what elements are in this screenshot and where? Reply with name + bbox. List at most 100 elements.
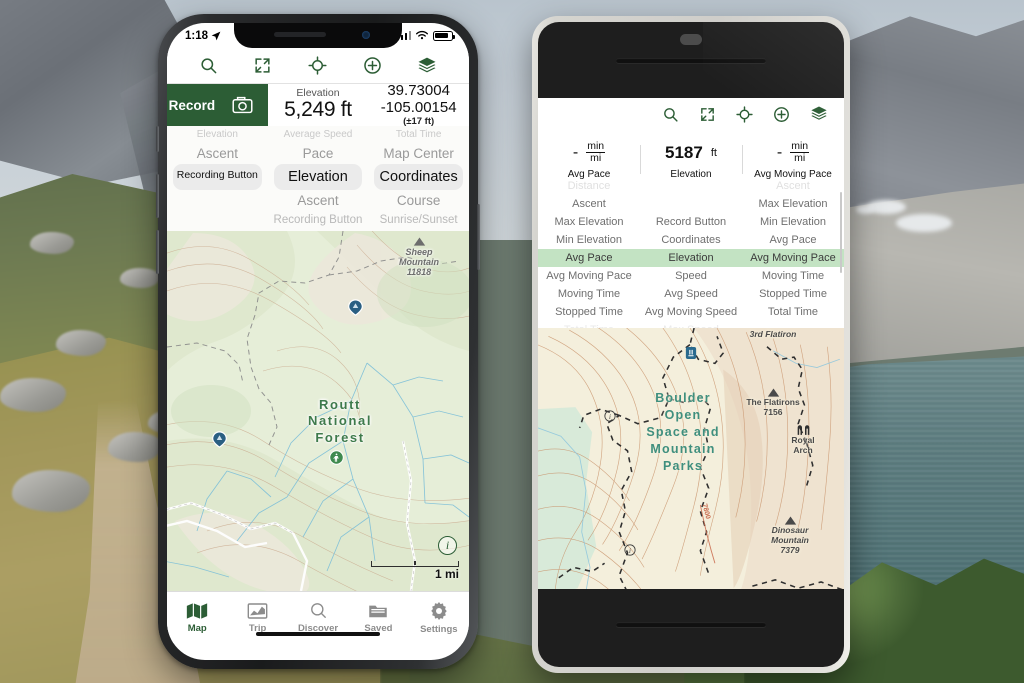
picker-row[interactable]: Stopped Time Avg Moving Speed Total Time xyxy=(538,303,844,321)
home-indicator[interactable] xyxy=(256,631,380,636)
picker-option[interactable]: Total Time xyxy=(538,321,640,328)
fullscreen-icon[interactable] xyxy=(253,56,272,75)
hiker-icon[interactable] xyxy=(329,450,344,465)
picker-option-selected[interactable]: Avg Pace xyxy=(538,249,640,267)
picker-option[interactable] xyxy=(167,211,268,229)
field-picker[interactable]: Distance Ascent Ascent Max Elevation Max… xyxy=(538,180,844,328)
picker-option-selected[interactable]: Elevation xyxy=(273,164,363,190)
water-marker-icon[interactable] xyxy=(685,346,697,360)
picker-row[interactable]: Ascent Max Elevation xyxy=(538,195,844,213)
picker-option[interactable]: Pace xyxy=(268,143,369,164)
picker-option[interactable]: Course xyxy=(368,190,469,211)
elevation-stat[interactable]: Elevation 5,249 ft xyxy=(268,84,369,126)
tab-discover[interactable]: Discover xyxy=(288,601,348,634)
picker-option-selected[interactable]: Avg Moving Pace xyxy=(742,249,844,267)
picker-option[interactable]: Total Time xyxy=(742,303,844,321)
picker-option[interactable] xyxy=(167,190,268,211)
picker-option[interactable]: Sunrise/Sunset xyxy=(368,211,469,229)
add-icon[interactable] xyxy=(773,106,790,123)
avg-pace-unit: min mi xyxy=(586,140,606,164)
picker-row[interactable]: Recording Button Sunrise/Sunset xyxy=(167,211,469,229)
picker-option[interactable]: Max Elevation xyxy=(538,213,640,231)
picker-row[interactable]: Ascent Pace Map Center xyxy=(167,143,469,164)
picker-option[interactable]: Ascent xyxy=(538,195,640,213)
layers-icon[interactable] xyxy=(810,105,828,123)
picker-row[interactable]: Min Elevation Coordinates Avg Pace xyxy=(538,231,844,249)
map-canvas[interactable]: Boulder Open Space and Mountain Parks 3r… xyxy=(538,328,844,589)
picker-option[interactable]: Min Elevation xyxy=(538,231,640,249)
picker-option[interactable] xyxy=(742,321,844,328)
elevation-stat[interactable]: 5187 ft Elevation xyxy=(640,139,742,180)
record-button[interactable]: Record xyxy=(167,84,217,126)
picker-option[interactable]: Stopped Time xyxy=(538,303,640,321)
picker-option[interactable] xyxy=(640,195,742,213)
picker-option[interactable]: Stopped Time xyxy=(742,285,844,303)
picker-row[interactable]: Elevation Average Speed Total Time xyxy=(167,126,469,143)
picker-option[interactable] xyxy=(640,177,742,195)
picker-option[interactable]: Min Elevation xyxy=(742,213,844,231)
coordinates-stat[interactable]: 39.73004 -105.00154 (±17 ft) xyxy=(368,82,469,126)
trailhead-marker-icon[interactable] xyxy=(211,431,228,448)
picker-row[interactable]: Distance Ascent xyxy=(538,177,844,195)
picker-option[interactable]: Average Speed xyxy=(268,126,369,143)
tab-map[interactable]: Map xyxy=(167,602,227,634)
picker-option[interactable]: Speed xyxy=(640,267,742,285)
picker-option[interactable]: Moving Time xyxy=(742,267,844,285)
picker-option[interactable]: Total Time xyxy=(368,126,469,143)
bottom-tab-bar: Map Trip Discover Saved Settings xyxy=(167,591,469,643)
search-icon[interactable] xyxy=(662,106,679,123)
summit-icon xyxy=(413,237,425,246)
picker-option[interactable]: Avg Speed xyxy=(640,285,742,303)
picker-option[interactable]: Recording Button xyxy=(268,211,369,229)
info-marker-icon[interactable]: i xyxy=(604,410,616,422)
locate-icon[interactable] xyxy=(308,56,327,75)
add-icon[interactable] xyxy=(363,56,382,75)
picker-option[interactable]: Avg Moving Pace xyxy=(538,267,640,285)
volume-down-button[interactable] xyxy=(156,230,159,274)
search-icon[interactable] xyxy=(199,56,218,75)
mute-switch[interactable] xyxy=(156,126,159,152)
picker-option-selected[interactable]: Coordinates xyxy=(374,164,463,190)
locate-icon[interactable] xyxy=(736,105,753,123)
picker-option[interactable]: Coordinates xyxy=(640,231,742,249)
picker-option[interactable]: Avg Pace xyxy=(742,231,844,249)
tab-settings[interactable]: Settings xyxy=(409,601,469,635)
picker-option[interactable]: Ascent xyxy=(268,190,369,211)
tab-saved[interactable]: Saved xyxy=(348,602,408,634)
picker-row[interactable]: Ascent Course xyxy=(167,190,469,211)
picker-option[interactable]: Ascent xyxy=(167,143,268,164)
picker-option[interactable]: Record Button xyxy=(640,213,742,231)
picker-option[interactable]: Ascent xyxy=(742,177,844,195)
picker-option[interactable]: Distance xyxy=(538,177,640,195)
picker-option[interactable]: Elevation xyxy=(167,126,268,143)
picker-row-selected[interactable]: Recording Button Elevation Coordinates xyxy=(167,164,469,190)
tab-trip[interactable]: Trip xyxy=(227,602,287,634)
picker-option[interactable]: Max Speed xyxy=(640,321,742,328)
map-canvas[interactable]: Sheep Mountain 11818 Routt National Fore… xyxy=(167,231,469,591)
info-marker-icon[interactable]: i xyxy=(624,544,636,556)
field-picker[interactable]: Elevation Average Speed Total Time Ascen… xyxy=(167,126,469,231)
picker-row[interactable]: Max Elevation Record Button Min Elevatio… xyxy=(538,213,844,231)
avg-moving-pace-stat[interactable]: - min mi Avg Moving Pace xyxy=(742,139,844,180)
avg-pace-stat[interactable]: - min mi Avg Pace xyxy=(538,139,640,179)
picker-option[interactable]: Moving Time xyxy=(538,285,640,303)
picker-scrollbar[interactable] xyxy=(839,192,842,274)
picker-option-selected[interactable]: Recording Button xyxy=(173,164,262,190)
volume-up-button[interactable] xyxy=(156,174,159,218)
power-button[interactable] xyxy=(477,204,480,270)
picker-option-selected[interactable]: Elevation xyxy=(640,249,742,267)
summit-icon xyxy=(784,516,796,525)
picker-row-selected[interactable]: Avg Pace Elevation Avg Moving Pace xyxy=(538,249,844,267)
picker-option[interactable]: Avg Moving Speed xyxy=(640,303,742,321)
picker-option[interactable]: Max Elevation xyxy=(742,195,844,213)
avg-moving-pace-value: - xyxy=(776,143,783,161)
picker-row[interactable]: Moving Time Avg Speed Stopped Time xyxy=(538,285,844,303)
camera-button[interactable] xyxy=(216,84,268,126)
fullscreen-icon[interactable] xyxy=(699,106,716,123)
picker-row[interactable]: Avg Moving Pace Speed Moving Time xyxy=(538,267,844,285)
layers-icon[interactable] xyxy=(417,56,437,76)
map-info-button[interactable]: i xyxy=(438,536,457,555)
picker-row[interactable]: Total Time Max Speed xyxy=(538,321,844,328)
picker-option[interactable]: Map Center xyxy=(368,143,469,164)
trailhead-marker-icon[interactable] xyxy=(347,299,364,316)
